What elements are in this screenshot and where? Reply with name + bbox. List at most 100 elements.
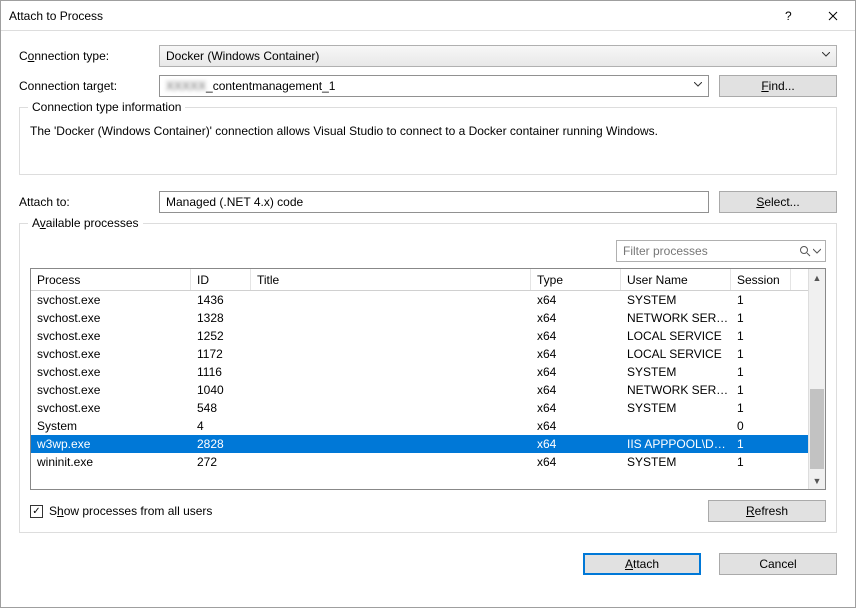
cell-id: 548 xyxy=(191,401,251,415)
attach-to-label: Attach to: xyxy=(19,195,159,209)
table-row[interactable]: svchost.exe1116x64SYSTEM1 xyxy=(31,363,808,381)
cell-process: svchost.exe xyxy=(31,383,191,397)
cell-process: svchost.exe xyxy=(31,365,191,379)
attach-to-field: Managed (.NET 4.x) code xyxy=(159,191,709,213)
table-header: Process ID Title Type User Name Session xyxy=(31,269,808,291)
cell-process: svchost.exe xyxy=(31,329,191,343)
cell-id: 1328 xyxy=(191,311,251,325)
col-type[interactable]: Type xyxy=(531,269,621,290)
cell-user: LOCAL SERVICE xyxy=(621,329,731,343)
cell-process: svchost.exe xyxy=(31,347,191,361)
table-row[interactable]: svchost.exe1436x64SYSTEM1 xyxy=(31,291,808,309)
scroll-up-icon[interactable]: ▲ xyxy=(809,269,825,286)
close-button[interactable] xyxy=(810,1,855,30)
cell-id: 4 xyxy=(191,419,251,433)
cell-user: NETWORK SERVICE xyxy=(621,311,731,325)
chevron-down-icon xyxy=(822,52,830,58)
table-row[interactable]: svchost.exe1172 x64LOCAL SERVICE1 xyxy=(31,345,808,363)
cancel-button[interactable]: Cancel xyxy=(719,553,837,575)
table-row[interactable]: svchost.exe1328 x64NETWORK SERVICE1 xyxy=(31,309,808,327)
scrollbar[interactable]: ▲ ▼ xyxy=(808,269,825,489)
search-icon xyxy=(799,245,811,257)
cell-type: x64 xyxy=(531,383,621,397)
table-row[interactable]: System4 x64 0 xyxy=(31,417,808,435)
titlebar: Attach to Process ? xyxy=(1,1,855,31)
scroll-thumb[interactable] xyxy=(810,389,824,469)
cell-process: svchost.exe xyxy=(31,311,191,325)
available-processes-group: Available processes Filter processes Pro… xyxy=(19,223,837,533)
cell-process: wininit.exe xyxy=(31,455,191,469)
cell-process: w3wp.exe xyxy=(31,437,191,451)
cell-process: svchost.exe xyxy=(31,401,191,415)
cell-id: 1116 xyxy=(191,365,251,379)
connection-target-combo[interactable]: XXXXX_contentmanagement_1 xyxy=(159,75,709,97)
col-process[interactable]: Process xyxy=(31,269,191,290)
connection-target-value-prefix: XXXXX xyxy=(166,79,206,93)
cell-user: SYSTEM xyxy=(621,455,731,469)
cell-id: 2828 xyxy=(191,437,251,451)
available-processes-legend: Available processes xyxy=(28,216,143,230)
cell-session: 1 xyxy=(731,401,791,415)
cell-type: x64 xyxy=(531,329,621,343)
dialog-title: Attach to Process xyxy=(9,9,765,23)
connection-type-info-legend: Connection type information xyxy=(28,100,185,114)
col-user[interactable]: User Name xyxy=(621,269,731,290)
cell-user: SYSTEM xyxy=(621,401,731,415)
cell-type: x64 xyxy=(531,437,621,451)
cell-user: IIS APPPOOL\Default... xyxy=(621,437,731,451)
cell-id: 272 xyxy=(191,455,251,469)
scroll-down-icon[interactable]: ▼ xyxy=(809,472,825,489)
filter-processes-input[interactable]: Filter processes xyxy=(616,240,826,262)
col-title[interactable]: Title xyxy=(251,269,531,290)
process-table: Process ID Title Type User Name Session … xyxy=(30,268,826,490)
table-row[interactable]: svchost.exe548 x64SYSTEM1 xyxy=(31,399,808,417)
cell-id: 1172 xyxy=(191,347,251,361)
refresh-button[interactable]: Refresh xyxy=(708,500,826,522)
connection-type-value: Docker (Windows Container) xyxy=(166,49,319,63)
cell-type: x64 xyxy=(531,419,621,433)
cell-type: x64 xyxy=(531,347,621,361)
cell-session: 0 xyxy=(731,419,791,433)
connection-target-label: Connection target: xyxy=(19,79,159,93)
connection-target-value: _contentmanagement_1 xyxy=(206,79,335,93)
cell-user: NETWORK SERVICE xyxy=(621,383,731,397)
cell-session: 1 xyxy=(731,383,791,397)
table-row[interactable]: svchost.exe1252x64LOCAL SERVICE1 xyxy=(31,327,808,345)
table-row[interactable]: w3wp.exe2828 x64IIS APPPOOL\Default...1 xyxy=(31,435,808,453)
help-button[interactable]: ? xyxy=(765,1,810,30)
table-row[interactable]: svchost.exe1040 x64NETWORK SERVICE1 xyxy=(31,381,808,399)
cell-session: 1 xyxy=(731,293,791,307)
chevron-down-icon xyxy=(694,82,702,88)
cell-process: svchost.exe xyxy=(31,293,191,307)
svg-text:?: ? xyxy=(785,10,792,22)
chevron-down-icon[interactable] xyxy=(813,248,821,254)
cell-type: x64 xyxy=(531,401,621,415)
cell-id: 1252 xyxy=(191,329,251,343)
cell-session: 1 xyxy=(731,455,791,469)
cell-user: SYSTEM xyxy=(621,365,731,379)
col-session[interactable]: Session xyxy=(731,269,791,290)
show-all-users-checkbox[interactable]: ✓ xyxy=(30,505,43,518)
connection-type-dropdown[interactable]: Docker (Windows Container) xyxy=(159,45,837,67)
cell-session: 1 xyxy=(731,347,791,361)
cell-user: LOCAL SERVICE xyxy=(621,347,731,361)
cell-type: x64 xyxy=(531,365,621,379)
find-button[interactable]: Find... xyxy=(719,75,837,97)
table-row[interactable]: wininit.exe272 x64SYSTEM1 xyxy=(31,453,808,471)
cell-process: System xyxy=(31,419,191,433)
show-all-users-label: Show processes from all users xyxy=(49,504,212,518)
col-id[interactable]: ID xyxy=(191,269,251,290)
connection-type-label: Connection type: xyxy=(19,49,159,63)
connection-type-info-text: The 'Docker (Windows Container)' connect… xyxy=(30,124,826,138)
cell-id: 1040 xyxy=(191,383,251,397)
cell-type: x64 xyxy=(531,311,621,325)
cell-user: SYSTEM xyxy=(621,293,731,307)
select-button[interactable]: Select... xyxy=(719,191,837,213)
connection-type-info-group: Connection type information The 'Docker … xyxy=(19,107,837,175)
cell-id: 1436 xyxy=(191,293,251,307)
cell-session: 1 xyxy=(731,437,791,451)
attach-button[interactable]: Attach xyxy=(583,553,701,575)
cell-type: x64 xyxy=(531,455,621,469)
filter-placeholder: Filter processes xyxy=(623,244,708,258)
cell-session: 1 xyxy=(731,311,791,325)
